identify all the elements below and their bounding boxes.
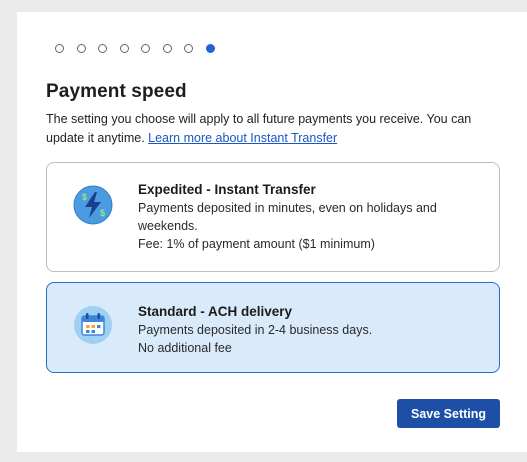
learn-more-link[interactable]: Learn more about Instant Transfer xyxy=(148,131,337,145)
svg-text:$: $ xyxy=(82,192,87,202)
step-indicator xyxy=(55,44,215,53)
calendar-icon xyxy=(74,306,112,344)
option-expedited-instant-transfer[interactable]: $ $ Expedited - Instant Transfer Payment… xyxy=(46,162,500,272)
option-text: Expedited - Instant Transfer Payments de… xyxy=(138,180,483,253)
option-standard-ach-delivery[interactable]: Standard - ACH delivery Payments deposit… xyxy=(46,282,500,373)
step-dot-current xyxy=(205,44,215,53)
step-dot xyxy=(141,44,150,53)
payment-speed-card: Payment speed The setting you choose wil… xyxy=(17,12,527,452)
svg-text:$: $ xyxy=(100,208,105,218)
page-title: Payment speed xyxy=(46,81,187,102)
step-dot xyxy=(119,44,129,53)
step-dot xyxy=(162,44,172,53)
step-dot xyxy=(76,44,86,53)
save-setting-button[interactable]: Save Setting xyxy=(397,399,500,428)
step-dot xyxy=(184,44,193,53)
step-dot xyxy=(98,44,107,53)
lightning-dollar-icon: $ $ xyxy=(73,185,113,225)
step-dot xyxy=(55,44,64,53)
option-detail: Payments deposited in 2-4 business days. xyxy=(138,323,373,337)
option-text: Standard - ACH delivery Payments deposit… xyxy=(138,302,483,357)
option-fee: No additional fee xyxy=(138,341,232,355)
option-fee: Fee: 1% of payment amount ($1 minimum) xyxy=(138,237,375,251)
page-description: The setting you choose will apply to all… xyxy=(46,110,506,148)
option-title: Expedited - Instant Transfer xyxy=(138,182,316,197)
option-title: Standard - ACH delivery xyxy=(138,304,293,319)
option-detail: Payments deposited in minutes, even on h… xyxy=(138,201,437,233)
